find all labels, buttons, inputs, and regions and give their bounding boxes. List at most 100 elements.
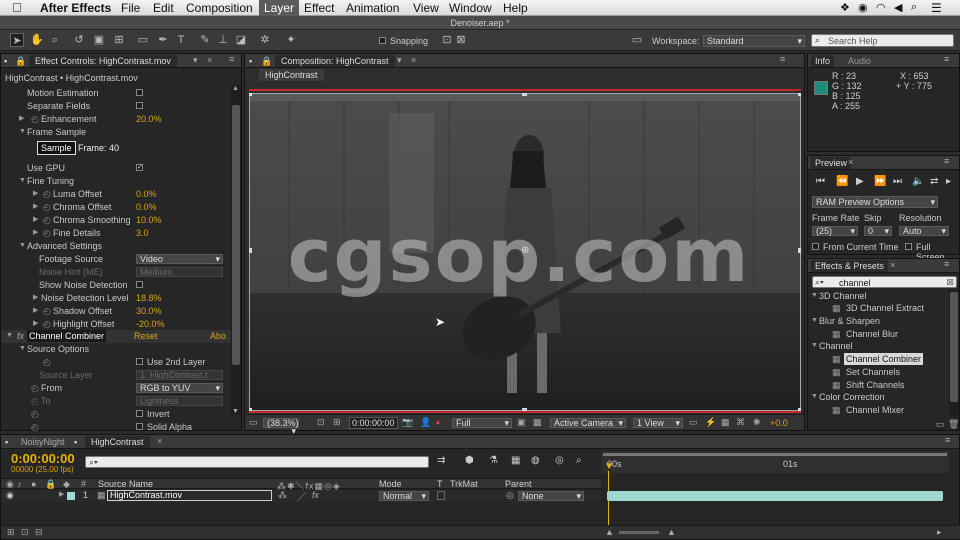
menu-file[interactable]: File [121,1,140,15]
timeline-search-field[interactable]: ⌕▾ [85,456,429,468]
shy-icon[interactable]: ⚗ [489,455,498,466]
layer-row[interactable]: ◉ ▶ 1 ▦ HighContrast.mov ⁂ ／ fx Normal ▾ … [1,490,601,502]
scroll-up-icon[interactable]: ▲ [232,85,239,92]
work-area-bar[interactable] [603,453,947,456]
collapse-icon[interactable]: ▼ [19,240,26,252]
stopwatch-icon[interactable]: ◴ [43,356,51,368]
comp-flowchart-tab[interactable]: HighContrast [259,69,324,81]
panel-menu-icon[interactable]: ≡ [944,156,949,166]
fine-details-value[interactable]: 3.0 [136,227,149,239]
apple-icon[interactable]:  [12,0,22,15]
source-name-header[interactable]: Source Name [98,479,153,489]
channels-icon[interactable]: ◕ [435,417,440,427]
panel-menu-icon[interactable]: ≡ [780,54,785,64]
always-preview-icon[interactable]: ▭ [249,417,258,428]
snap-options-icon[interactable]: ⊡ [440,33,454,47]
chroma-smoothing-value[interactable]: 10.0% [136,214,162,226]
scroll-thumb[interactable] [232,105,240,365]
ram-preview-options-dropdown[interactable]: RAM Preview Options ▾ [812,196,938,208]
previous-frame-icon[interactable]: ⏪ [836,176,848,187]
flowchart-icon[interactable]: ⌘ [736,417,745,428]
solid-alpha-checkbox[interactable] [136,423,143,430]
snapshot-icon[interactable]: 📷 [402,417,413,428]
t-header[interactable]: T [437,479,443,489]
category-3d-channel[interactable]: ▼ 3D Channel [808,290,948,302]
panel-menu-icon[interactable]: ≡ [229,54,234,64]
tab-preview[interactable]: Preview [811,157,852,169]
close-tab-icon[interactable]: × [157,436,162,446]
close-tab-icon[interactable]: × [207,55,212,65]
fast-previews-icon[interactable]: ⚡ [705,417,716,428]
effects-scrollbar[interactable] [949,290,959,416]
workspace-dropdown[interactable]: Standard ▾ [703,35,805,47]
collapse-icon[interactable]: ▼ [19,126,26,138]
noise-detection-level-value[interactable]: 18.8% [136,292,162,304]
number-header-icon[interactable]: # [81,479,86,489]
snapping-checkbox[interactable] [379,37,386,44]
grid-icon[interactable]: ⊞ [333,417,341,428]
hand-tool-icon[interactable]: ✋ [30,33,44,47]
quality-switch-icon[interactable]: ／ [297,490,306,503]
tab-close-icon[interactable]: ▪ [5,437,8,447]
close-tab-icon[interactable]: × [848,157,853,167]
close-tab-icon[interactable]: × [411,55,416,65]
workspace-icon[interactable]: ▭ [630,33,644,47]
expand-layer-switches-icon[interactable]: ⊞ [7,527,15,538]
menu-layer[interactable]: Layer [259,0,300,16]
stopwatch-icon[interactable]: ◴ [43,201,51,213]
stopwatch-icon[interactable]: ◴ [31,382,39,394]
tab-close-icon[interactable]: ▪ [4,56,7,66]
expand-in-out-icon[interactable]: ⊟ [35,527,43,538]
toggle-pixel-aspect-icon[interactable]: ▭ [689,417,698,428]
graph-editor-icon[interactable]: ⌕ [576,455,582,466]
layer-name-field[interactable]: HighContrast.mov [107,490,272,501]
collapse-icon[interactable]: ▼ [6,330,13,342]
audio-switch-header-icon[interactable]: ♪ [17,479,22,489]
luma-offset-value[interactable]: 0.0% [136,188,157,200]
volume-icon[interactable]: ◀ [894,1,902,14]
zoom-out-icon[interactable]: ▲ [605,527,614,537]
tab-close-icon[interactable]: ▪ [249,56,252,66]
clear-search-icon[interactable]: ⊠ [946,277,954,288]
ram-preview-icon[interactable]: ▸ [946,176,951,187]
effect-channel-combiner[interactable]: ▼ fx Channel Combiner Reset Abo [1,330,231,343]
stopwatch-icon[interactable]: ◴ [31,408,39,420]
comp-mini-flowchart-icon[interactable]: ⇉ [437,455,445,466]
expand-icon[interactable]: ▶ [33,201,38,213]
trkmat-header[interactable]: TrkMat [450,479,478,489]
effect-item[interactable]: ▦ 3D Channel Extract [808,302,948,314]
shy-switch-icon[interactable]: ⁂ [278,490,287,501]
delete-icon[interactable]: 🗑 [948,419,959,430]
play-icon[interactable]: ▶ [856,176,864,187]
lock-header-icon[interactable]: 🔒 [45,479,56,490]
show-noise-detection-checkbox[interactable] [136,281,143,288]
show-snapshot-icon[interactable]: 👤 [420,417,431,428]
lock-icon[interactable]: 🔒 [15,56,26,67]
tab-dropdown-icon[interactable]: ▾ [193,55,198,66]
use-2nd-layer-checkbox[interactable] [136,358,143,365]
fx-switch-icon[interactable]: fx [312,490,319,500]
tab-close-icon[interactable]: ▪ [74,437,77,447]
panel-menu-icon[interactable]: ≡ [944,259,949,269]
eye-icon[interactable]: ◉ [6,490,14,501]
search-help-field[interactable]: ⌕ Search Help [811,34,954,47]
stopwatch-icon[interactable]: ◴ [43,188,51,200]
mode-header[interactable]: Mode [379,479,402,489]
category-blur-sharpen[interactable]: ▼ Blur & Sharpen [808,315,948,327]
preserve-transparency-checkbox[interactable] [437,491,445,500]
category-color-correction[interactable]: ▼ Color Correction [808,391,948,403]
current-time-display[interactable]: 0:00:00:00 [349,417,398,429]
draft-3d-icon[interactable]: ⬢ [465,455,474,466]
resolution-dropdown[interactable]: Full ▾ [452,418,512,428]
timeline-icon[interactable]: ▦ [721,417,730,428]
solo-header-icon[interactable]: ● [31,479,36,489]
expand-icon[interactable]: ▶ [33,292,38,304]
anchor-point-icon[interactable]: ⊕ [521,245,529,256]
skip-field[interactable]: 0 ▾ [864,226,892,236]
tab-audio[interactable]: Audio [848,56,871,66]
frame-rate-dropdown[interactable]: (25) ▾ [812,226,858,236]
app-menu[interactable]: After Effects [40,1,111,15]
camera-dropdown[interactable]: Active Camera ▾ [550,418,626,428]
pan-behind-tool-icon[interactable]: ⊞ [112,33,126,47]
resolution-preview-dropdown[interactable]: Auto ▾ [899,226,949,236]
